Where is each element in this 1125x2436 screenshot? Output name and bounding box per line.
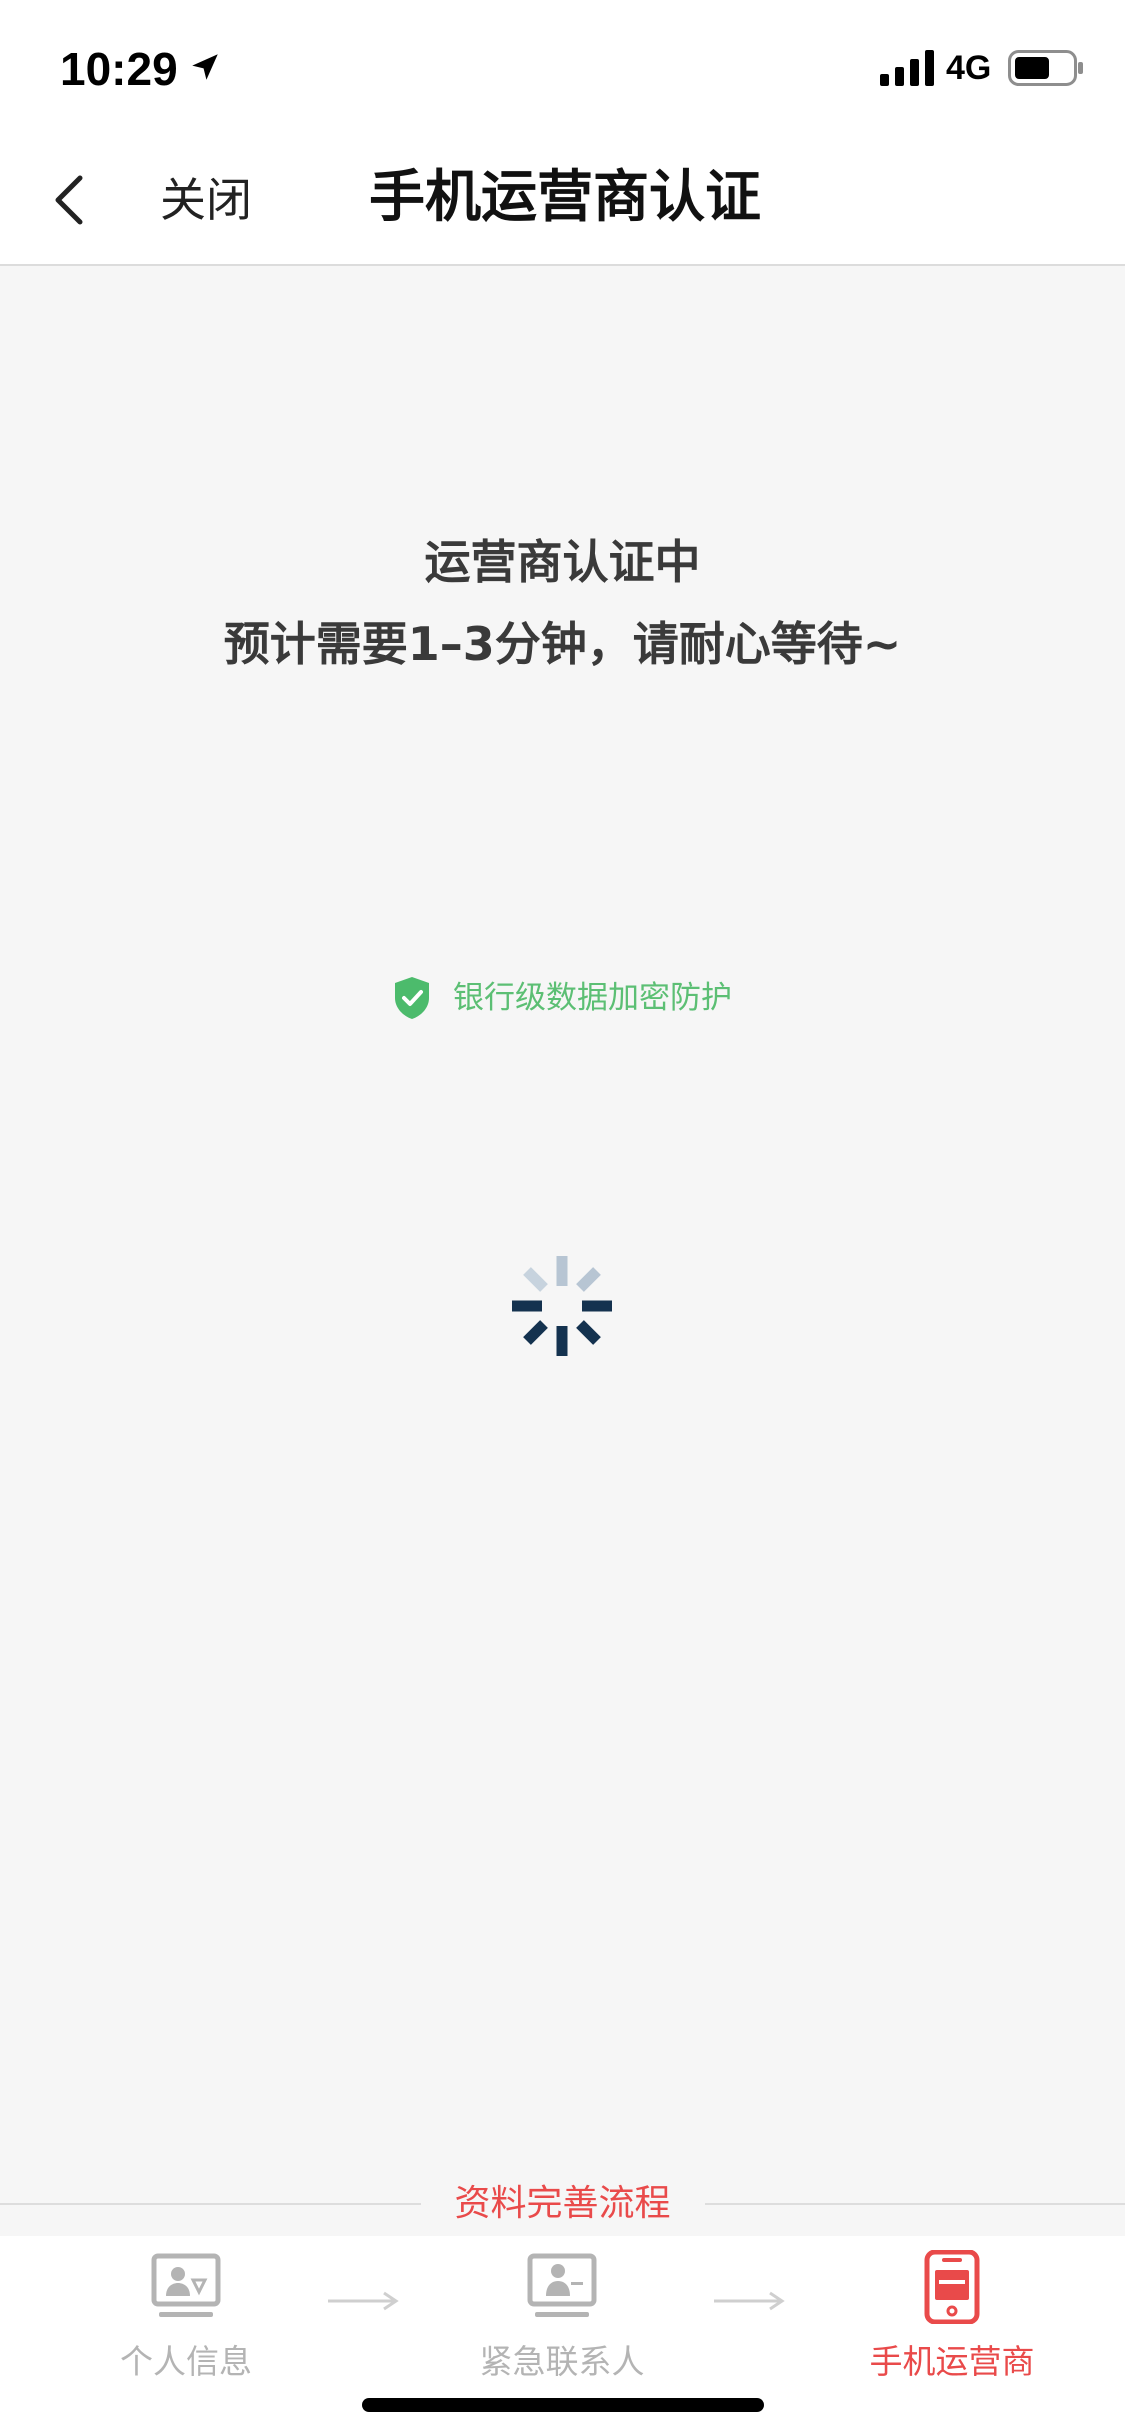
security-text: 银行级数据加密防护: [453, 980, 732, 1016]
flow-divider: 资料完善流程: [0, 2172, 1125, 2236]
flow-title: 资料完善流程: [454, 2183, 671, 2224]
divider-line-left: [0, 2203, 421, 2205]
location-arrow-icon: [192, 54, 218, 80]
step-label: 个人信息: [120, 2342, 252, 2381]
close-button[interactable]: 关闭: [160, 162, 252, 238]
step-label: 紧急联系人: [479, 2342, 645, 2381]
chevron-left-icon[interactable]: [40, 160, 100, 240]
shield-check-icon: [395, 977, 429, 1019]
home-indicator: [362, 2398, 764, 2412]
step-emergency-contact[interactable]: 紧急联系人: [432, 2250, 692, 2400]
page-title: 手机运营商认证: [369, 165, 761, 230]
nav-bar: 关闭 手机运营商认证: [0, 132, 1125, 266]
divider-line-right: [704, 2203, 1125, 2205]
arrow-right-icon: [714, 2291, 785, 2311]
status-time: 10:29: [60, 43, 178, 95]
auth-status-title: 运营商认证中: [424, 535, 701, 589]
auth-status-subtitle: 预计需要1–3分钟，请耐心等待~: [223, 617, 902, 671]
network-type: 4G: [946, 49, 992, 87]
id-card-icon: [151, 2253, 221, 2317]
signal-icon: [880, 50, 934, 86]
security-note: 银行级数据加密防护: [0, 970, 1125, 1026]
arrow-right-icon: [328, 2291, 399, 2311]
step-personal-info[interactable]: 个人信息: [56, 2250, 316, 2400]
status-bar: 10:29 4G: [0, 0, 1125, 132]
contact-card-icon: [527, 2253, 597, 2317]
screen: 10:29 4G 关闭 手机运营商认证 运营商认证中 预计需要1–3分钟，请耐心…: [0, 0, 1125, 2436]
step-label: 手机运营商: [869, 2342, 1035, 2381]
phone-icon: [924, 2250, 980, 2324]
step-mobile-carrier[interactable]: 手机运营商: [822, 2250, 1082, 2400]
spinner-icon: [512, 1256, 612, 1356]
battery-icon: [1008, 50, 1083, 86]
